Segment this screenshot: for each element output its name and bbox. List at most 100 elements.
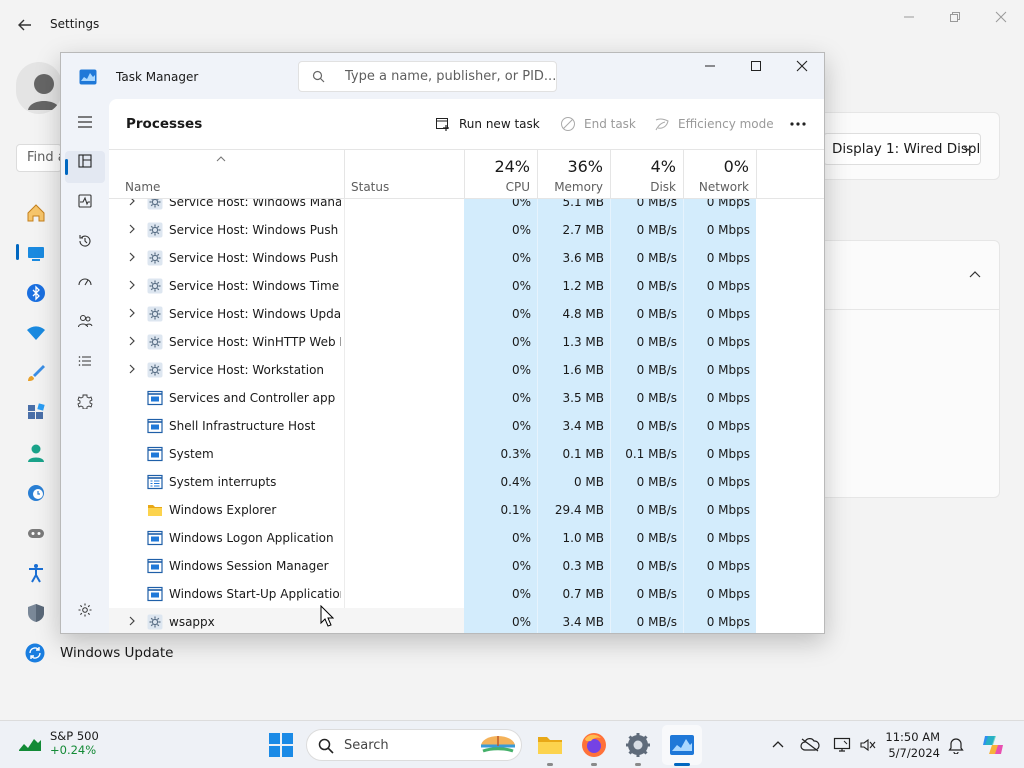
process-cpu: 0% xyxy=(511,419,531,433)
notification-bell-icon[interactable] xyxy=(946,735,966,755)
table-row[interactable]: System interrupts 0.4% 0 MB 0 MB/s 0 Mbps xyxy=(109,468,809,496)
onedrive-offline-icon[interactable] xyxy=(800,735,820,755)
close-button[interactable] xyxy=(779,55,824,77)
system-icon[interactable] xyxy=(24,241,48,265)
firefox-button[interactable] xyxy=(580,731,608,759)
gaming-icon[interactable] xyxy=(24,521,48,545)
stock-name: S&P 500 xyxy=(50,729,99,743)
minimize-button[interactable] xyxy=(687,55,733,77)
bluetooth-icon[interactable] xyxy=(24,281,48,305)
process-cpu: 0% xyxy=(511,615,531,629)
file-explorer-button[interactable] xyxy=(536,731,564,759)
display-select[interactable]: Display 1: Wired Display xyxy=(823,133,981,165)
table-row[interactable]: wsappx 0% 3.4 MB 0 MB/s 0 Mbps xyxy=(109,608,809,633)
process-search-input[interactable]: Type a name, publisher, or PID... xyxy=(298,61,557,92)
column-header-memory[interactable]: 36% Memory xyxy=(537,150,610,199)
apps-icon[interactable] xyxy=(24,401,48,425)
expand-chevron-icon[interactable] xyxy=(127,199,137,206)
details-icon[interactable] xyxy=(73,349,97,373)
search-placeholder: Type a name, publisher, or PID... xyxy=(345,69,557,84)
efficiency-mode-button[interactable]: Efficiency mode xyxy=(654,111,774,137)
column-header-network[interactable]: 0% Network xyxy=(683,150,756,199)
column-header-status[interactable]: Status xyxy=(344,150,464,199)
copilot-icon[interactable] xyxy=(980,732,1006,758)
expand-chevron-icon[interactable] xyxy=(127,364,137,374)
process-disk: 0 MB/s xyxy=(636,503,677,517)
show-hidden-icons-chevron-icon[interactable] xyxy=(768,735,788,755)
expand-chevron-icon[interactable] xyxy=(127,308,137,318)
expand-chevron-icon[interactable] xyxy=(127,252,137,262)
table-row[interactable]: Service Host: Workstation 0% 1.6 MB 0 MB/s 0… xyxy=(109,356,809,384)
end-task-button[interactable]: End task xyxy=(560,111,636,137)
column-header-cpu[interactable]: 24% CPU xyxy=(464,150,537,199)
performance-icon[interactable] xyxy=(73,189,97,213)
process-network: 0 Mbps xyxy=(706,419,750,433)
table-row[interactable]: System 0.3% 0.1 MB 0.1 MB/s 0 Mbps xyxy=(109,440,809,468)
taskbar-search[interactable]: Search xyxy=(306,729,522,761)
taskbar-search-label: Search xyxy=(344,738,389,753)
table-row[interactable]: Windows Logon Application 0% 1.0 MB 0 MB/s 0… xyxy=(109,524,809,552)
sidebar-item-windows-update[interactable]: Windows Update xyxy=(24,642,173,664)
search-icon xyxy=(318,738,334,754)
process-network: 0 Mbps xyxy=(706,335,750,349)
table-row[interactable]: Service Host: Windows Time 0% 1.2 MB 0 MB/s… xyxy=(109,272,809,300)
hamburger-menu-icon[interactable] xyxy=(75,113,95,131)
settings-minimize-button[interactable] xyxy=(886,6,932,28)
back-arrow-icon[interactable] xyxy=(14,14,36,36)
process-disk: 0 MB/s xyxy=(636,475,677,489)
process-network: 0 Mbps xyxy=(706,363,750,377)
personalization-icon[interactable] xyxy=(24,361,48,385)
table-row[interactable]: Service Host: WinHTTP Web P... 0% 1.3 MB 0 … xyxy=(109,328,809,356)
time-language-icon[interactable] xyxy=(24,481,48,505)
table-row[interactable]: Windows Session Manager 0% 0.3 MB 0 MB/s 0 M… xyxy=(109,552,809,580)
clock-time: 11:50 AM xyxy=(885,730,940,744)
process-network: 0 Mbps xyxy=(706,587,750,601)
home-icon[interactable] xyxy=(24,201,48,225)
table-row[interactable]: Windows Start-Up Application 0% 0.7 MB 0 MB… xyxy=(109,580,809,608)
maximize-button[interactable] xyxy=(733,55,779,77)
system-clock[interactable]: 11:50 AM 5/7/2024 xyxy=(884,729,940,761)
app-history-icon[interactable] xyxy=(73,229,97,253)
column-header-disk[interactable]: 4% Disk xyxy=(610,150,683,199)
sidebar-selection-indicator xyxy=(65,159,68,175)
expand-chevron-icon[interactable] xyxy=(127,336,137,346)
network-icon[interactable] xyxy=(24,321,48,345)
expandable-card-header[interactable] xyxy=(812,240,1000,310)
settings-app-button[interactable] xyxy=(624,731,652,759)
processes-icon[interactable] xyxy=(73,149,97,173)
settings-restore-button[interactable] xyxy=(932,6,978,28)
find-setting-input[interactable]: Find a setting xyxy=(16,144,62,172)
table-row[interactable]: Service Host: Windows Push ... 0% 3.6 MB 0 … xyxy=(109,244,809,272)
sound-network-icon[interactable] xyxy=(858,735,878,755)
expand-chevron-icon[interactable] xyxy=(127,616,137,626)
task-manager-taskbar-button[interactable] xyxy=(668,731,696,759)
accounts-icon[interactable] xyxy=(24,441,48,465)
table-row[interactable]: Service Host: Windows Update 0% 4.8 MB 0 MB… xyxy=(109,300,809,328)
table-row[interactable]: Windows Explorer 0.1% 29.4 MB 0 MB/s 0 Mbps xyxy=(109,496,809,524)
process-disk: 0 MB/s xyxy=(636,363,677,377)
more-options-button[interactable] xyxy=(789,111,807,137)
run-new-task-button[interactable]: Run new task xyxy=(435,111,540,137)
process-memory: 3.5 MB xyxy=(562,391,604,405)
table-row[interactable]: Services and Controller app 0% 3.5 MB 0 MB/… xyxy=(109,384,809,412)
accessibility-icon[interactable] xyxy=(24,561,48,585)
column-header-name[interactable]: Name xyxy=(109,150,344,199)
settings-close-button[interactable] xyxy=(978,6,1024,28)
expand-chevron-icon[interactable] xyxy=(127,280,137,290)
users-icon[interactable] xyxy=(73,309,97,333)
services-icon[interactable] xyxy=(73,389,97,413)
expandable-card-body xyxy=(812,310,1000,498)
table-row[interactable]: Service Host: Windows Manag... 0% 5.1 MB 0 … xyxy=(109,199,809,216)
avatar[interactable] xyxy=(16,62,62,114)
expand-chevron-icon[interactable] xyxy=(127,224,137,234)
table-row[interactable]: Shell Infrastructure Host 0% 3.4 MB 0 MB/s 0… xyxy=(109,412,809,440)
start-button[interactable] xyxy=(268,732,294,758)
startup-apps-icon[interactable] xyxy=(73,269,97,293)
display-connect-icon[interactable] xyxy=(832,735,852,755)
table-row[interactable]: Service Host: Windows Push ... 0% 2.7 MB 0 … xyxy=(109,216,809,244)
stock-widget[interactable]: S&P 500 +0.24% xyxy=(18,729,99,757)
process-memory: 4.8 MB xyxy=(562,307,604,321)
settings-gear-icon[interactable] xyxy=(73,598,97,622)
privacy-security-icon[interactable] xyxy=(24,601,48,625)
process-network: 0 Mbps xyxy=(706,531,750,545)
